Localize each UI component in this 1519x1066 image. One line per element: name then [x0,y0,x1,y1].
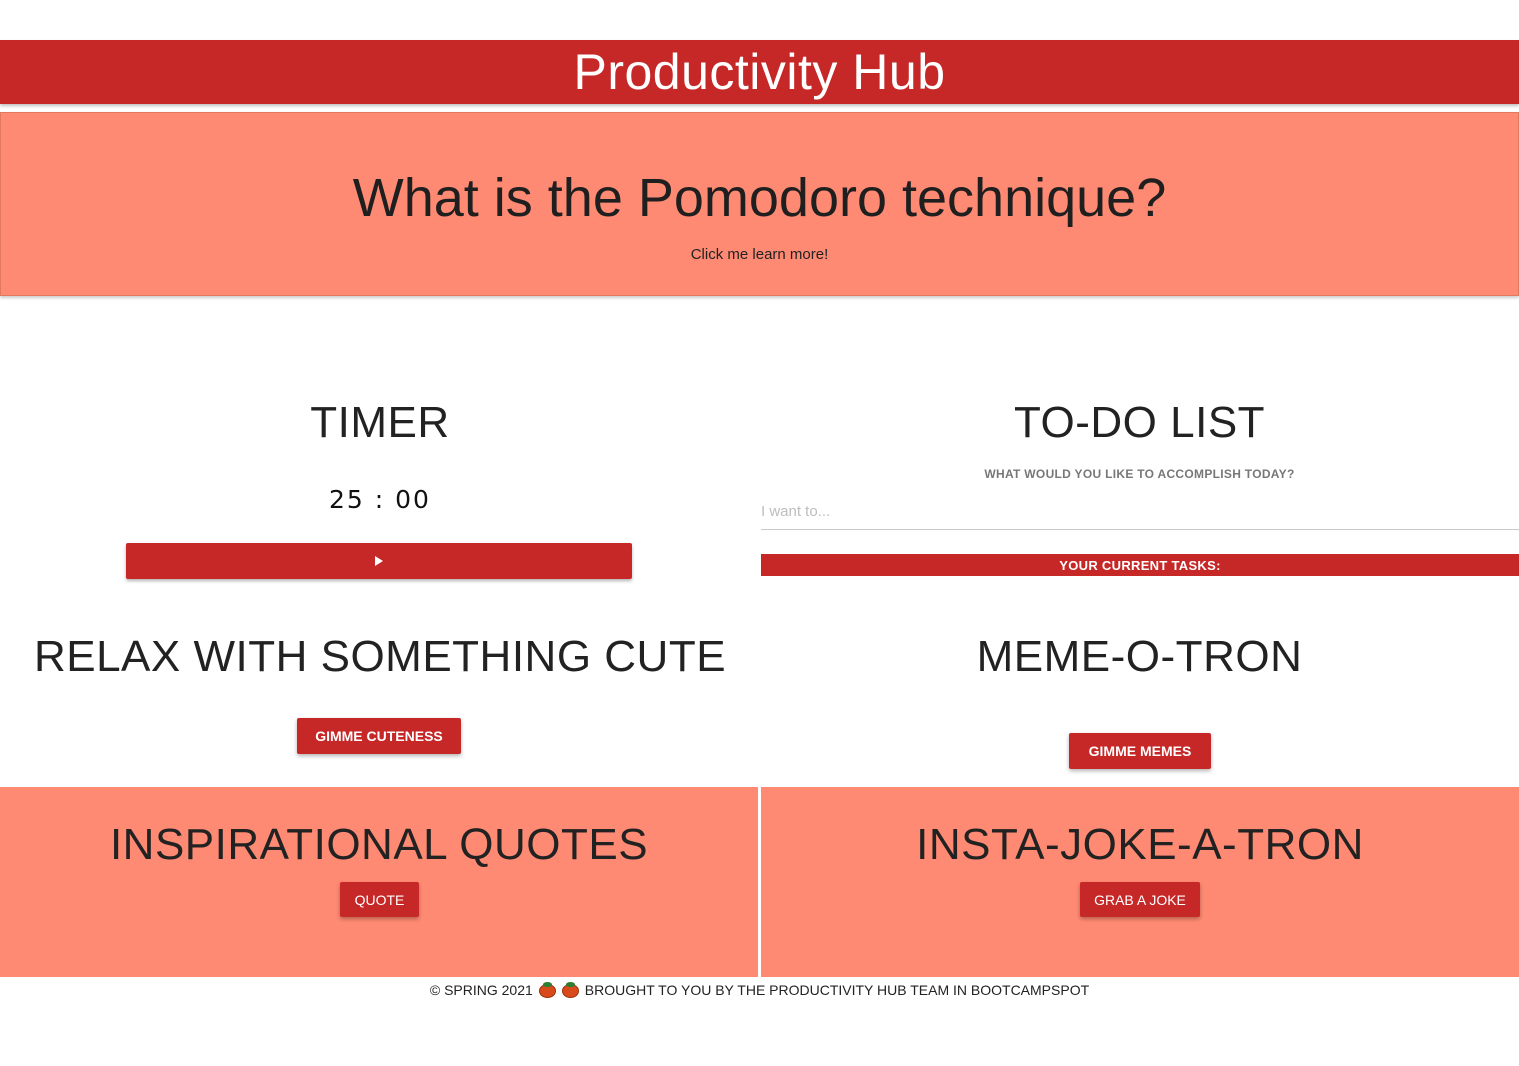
footer-credits: BROUGHT TO YOU BY THE PRODUCTIVITY HUB T… [584,982,1090,998]
current-tasks-header: YOUR CURRENT TASKS: [761,554,1519,576]
quotes-title: INSPIRATIONAL QUOTES [109,820,649,869]
joke-title: INSTA-JOKE-A-TRON [916,820,1364,869]
tomato-icon [538,982,556,998]
cute-title: RELAX WITH SOMETHING CUTE [33,632,727,681]
footer-copyright: © SPRING 2021 [429,982,533,998]
play-icon [375,556,383,566]
brand-title[interactable]: Productivity Hub [573,43,945,101]
pomodoro-hero[interactable]: What is the Pomodoro technique? Click me… [0,112,1519,296]
timer-display: 25 : 00 [329,485,431,514]
tomato-icon [561,982,579,998]
todo-prompt: WHAT WOULD YOU LIKE TO ACCOMPLISH TODAY? [984,467,1295,481]
timer-title: TIMER [310,398,450,447]
todo-title: TO-DO LIST [1013,398,1266,447]
learn-more-link[interactable]: Click me learn more! [1,246,1518,263]
hero-title: What is the Pomodoro technique? [352,168,1167,228]
gimme-memes-button[interactable]: GIMME MEMES [1069,733,1211,769]
todo-input[interactable] [761,494,1519,530]
navbar: Productivity Hub [0,40,1519,104]
gimme-cuteness-button[interactable]: GIMME CUTENESS [297,718,461,754]
grab-joke-button[interactable]: GRAB A JOKE [1080,882,1200,917]
meme-title: MEME-O-TRON [976,632,1303,681]
footer: © SPRING 2021 BROUGHT TO YOU BY THE PROD… [0,982,1519,998]
timer-start-button[interactable] [126,543,632,579]
quote-button[interactable]: QUOTE [340,882,419,917]
